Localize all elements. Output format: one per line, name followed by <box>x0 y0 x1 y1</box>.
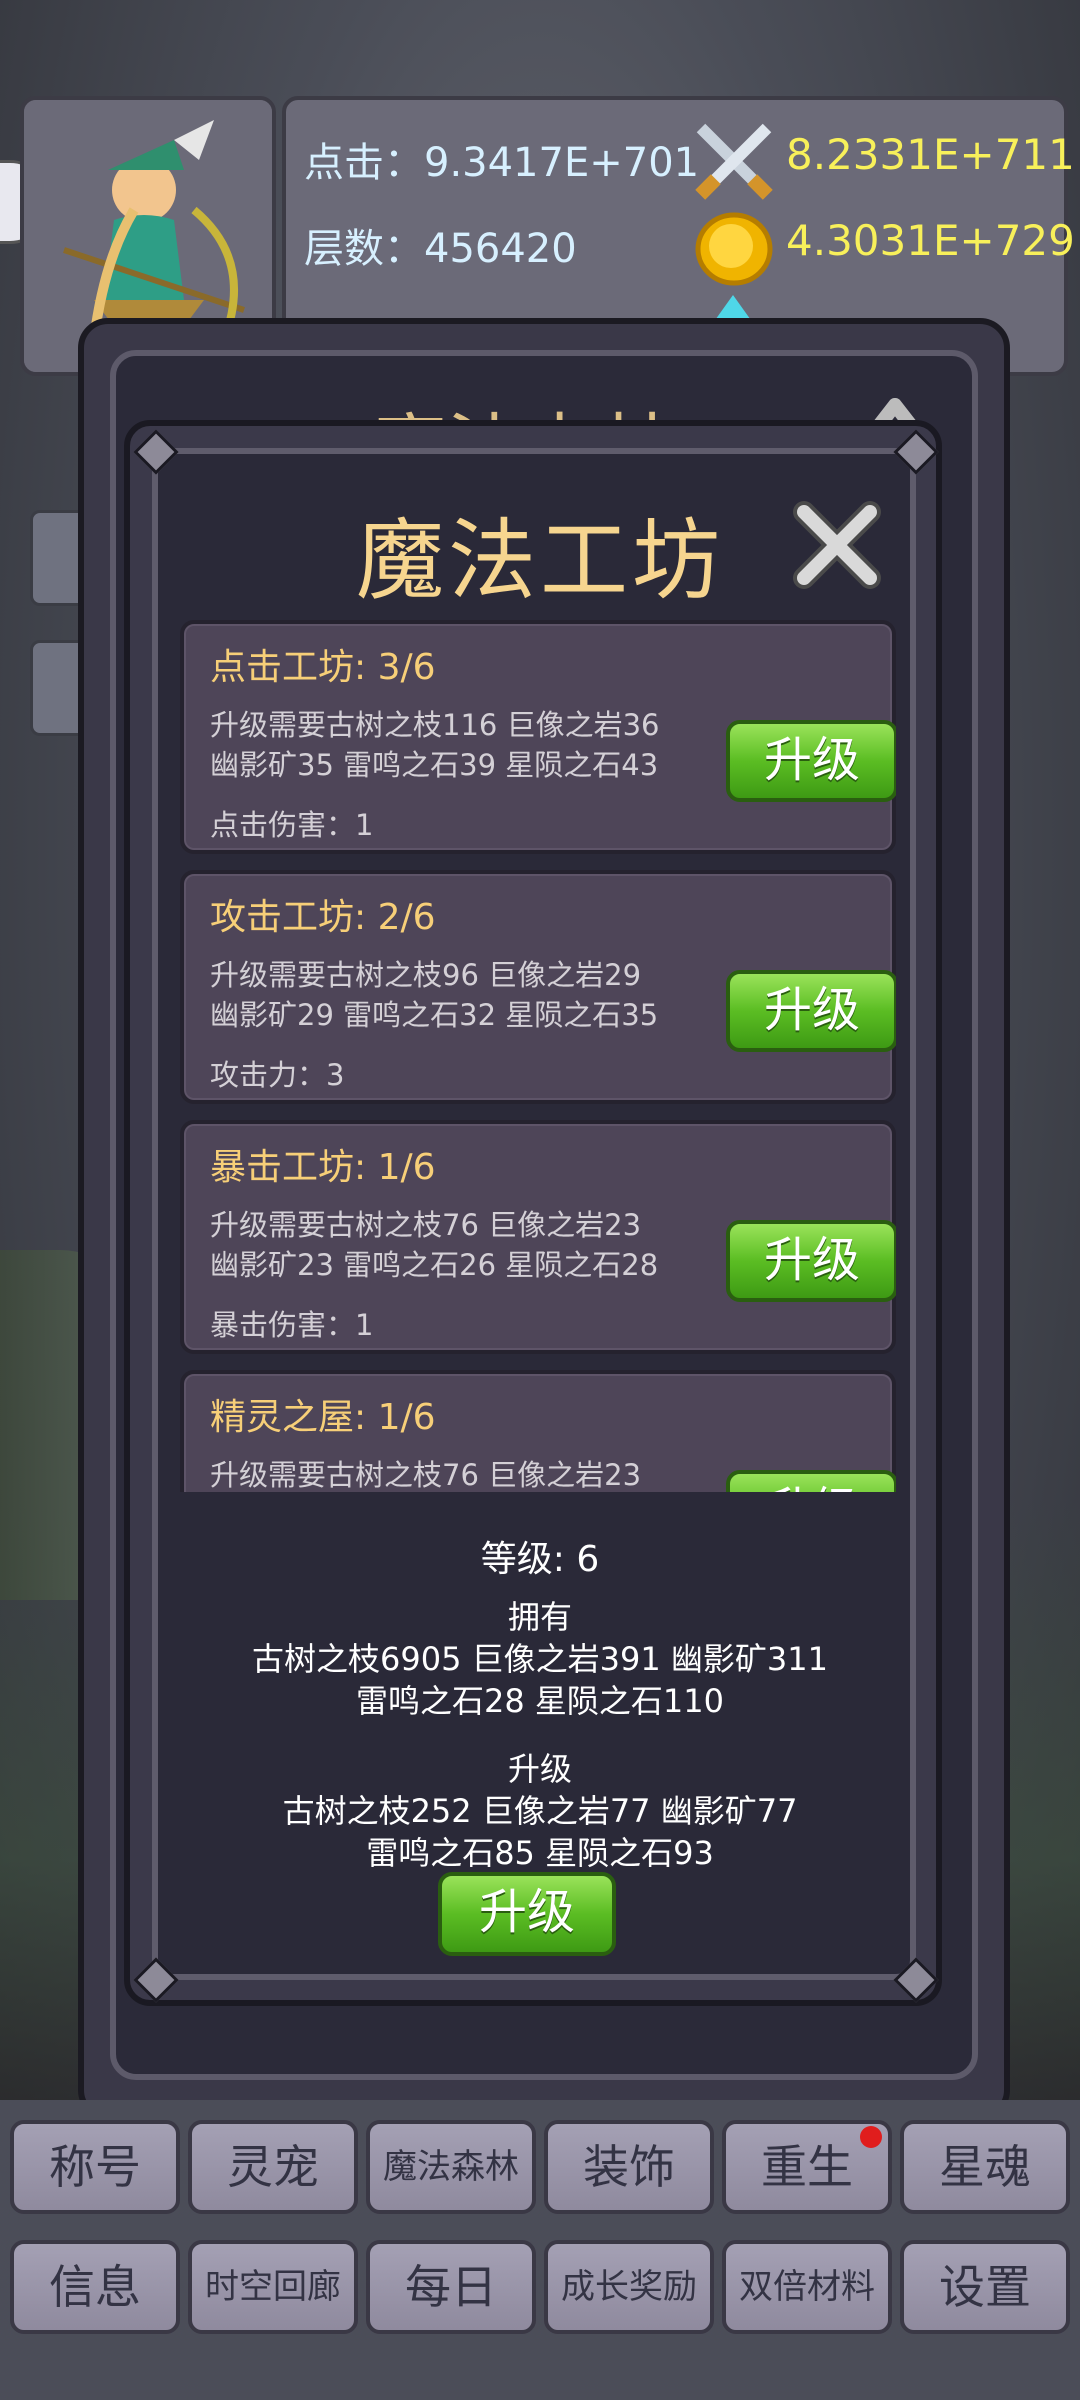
attack-value: 8.2331E+711 <box>786 130 1075 179</box>
workshop-card-elf-house: 精灵之屋: 1/6 升级需要古树之枝76 巨像之岩23 升级 <box>180 1370 896 1492</box>
workshop-upgrade-button[interactable]: 升级 <box>438 1872 616 1956</box>
owned-materials-line2: 雷鸣之石28 星陨之石110 <box>356 1682 724 1720</box>
card-requirement: 幽影矿29 雷鸣之石32 星陨之石35 <box>210 998 659 1032</box>
close-icon[interactable] <box>790 498 884 592</box>
upgrade-click-button[interactable]: 升级 <box>726 720 896 802</box>
gold-coin-icon <box>695 212 773 286</box>
owned-materials-line1: 古树之枝6905 巨像之岩391 幽影矿311 <box>252 1640 828 1678</box>
menu-info-button[interactable]: 信息 <box>10 2240 180 2334</box>
upgrade-crit-button[interactable]: 升级 <box>726 1220 896 1302</box>
click-stat: 点击：9.3417E+701 <box>304 140 700 186</box>
card-requirement: 升级需要古树之枝76 巨像之岩23 <box>210 1458 642 1492</box>
card-title: 攻击工坊: 2/6 <box>210 897 436 938</box>
menu-title-button[interactable]: 称号 <box>10 2120 180 2214</box>
gold-value: 4.3031E+729 <box>786 216 1075 265</box>
upgrade-cost-line1: 古树之枝252 巨像之岩77 幽影矿77 <box>282 1792 798 1830</box>
workshop-card-click: 点击工坊: 3/6 升级需要古树之枝116 巨像之岩36 幽影矿35 雷鸣之石3… <box>180 620 896 854</box>
card-stat: 点击伤害：1 <box>210 808 374 842</box>
workshop-title: 魔法工坊 <box>355 509 724 612</box>
owned-heading: 拥有 <box>507 1598 572 1636</box>
floor-stat: 层数：456420 <box>304 226 577 272</box>
card-requirement: 升级需要古树之枝76 巨像之岩23 <box>210 1208 642 1242</box>
card-title: 点击工坊: 3/6 <box>210 647 436 688</box>
menu-growth-reward-button[interactable]: 成长奖励 <box>544 2240 714 2334</box>
card-requirement: 幽影矿23 雷鸣之石26 星陨之石28 <box>210 1248 659 1282</box>
card-title: 精灵之屋: 1/6 <box>210 1397 436 1438</box>
card-title: 暴击工坊: 1/6 <box>210 1147 436 1188</box>
card-requirement: 升级需要古树之枝116 巨像之岩36 <box>210 708 660 742</box>
card-requirement: 幽影矿35 雷鸣之石39 星陨之石43 <box>210 748 659 782</box>
notification-dot-icon <box>860 2126 882 2148</box>
workshop-list[interactable]: 点击工坊: 3/6 升级需要古树之枝116 巨像之岩36 幽影矿35 雷鸣之石3… <box>180 620 896 1492</box>
upgrade-heading: 升级 <box>507 1750 572 1788</box>
menu-daily-button[interactable]: 每日 <box>366 2240 536 2334</box>
card-requirement: 升级需要古树之枝96 巨像之岩29 <box>210 958 642 992</box>
card-stat: 攻击力：3 <box>210 1058 345 1092</box>
menu-decoration-button[interactable]: 装饰 <box>544 2120 714 2214</box>
menu-settings-button[interactable]: 设置 <box>900 2240 1070 2334</box>
workshop-level: 等级: 6 <box>480 1539 600 1580</box>
menu-double-material-button[interactable]: 双倍材料 <box>722 2240 892 2334</box>
card-stat: 暴击伤害：1 <box>210 1308 374 1342</box>
menu-time-corridor-button[interactable]: 时空回廊 <box>188 2240 358 2334</box>
upgrade-cost-line2: 雷鸣之石85 星陨之石93 <box>366 1834 714 1872</box>
upgrade-elf-house-button[interactable]: 升级 <box>726 1470 896 1492</box>
menu-magic-forest-button[interactable]: 魔法森林 <box>366 2120 536 2214</box>
workshop-card-attack: 攻击工坊: 2/6 升级需要古树之枝96 巨像之岩29 幽影矿29 雷鸣之石32… <box>180 870 896 1104</box>
crossed-swords-icon <box>695 123 773 200</box>
menu-pet-button[interactable]: 灵宠 <box>188 2120 358 2214</box>
upgrade-attack-button[interactable]: 升级 <box>726 970 896 1052</box>
workshop-card-crit: 暴击工坊: 1/6 升级需要古树之枝76 巨像之岩23 幽影矿23 雷鸣之石26… <box>180 1120 896 1354</box>
menu-star-soul-button[interactable]: 星魂 <box>900 2120 1070 2214</box>
